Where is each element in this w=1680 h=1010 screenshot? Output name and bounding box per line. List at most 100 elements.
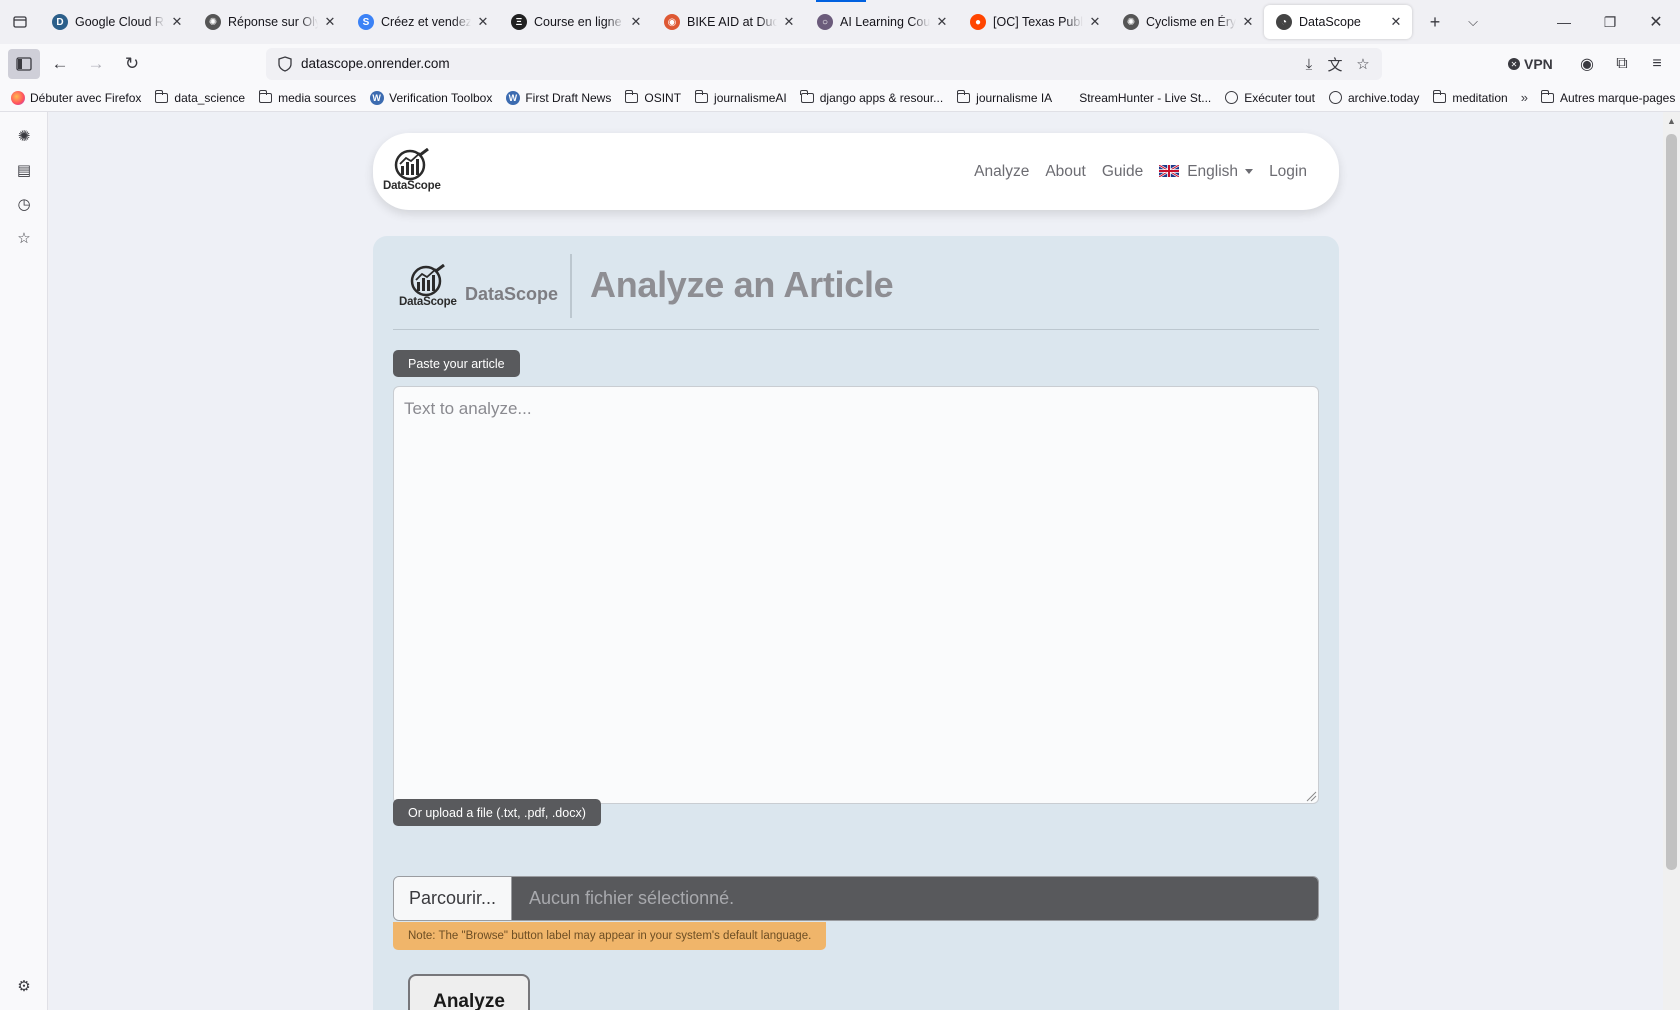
browser-tab[interactable]: D Google Cloud Rap ✕: [40, 5, 193, 39]
bookmark-item[interactable]: django apps & resour...: [800, 89, 944, 105]
save-to-pocket-icon[interactable]: ⤓: [1299, 54, 1319, 74]
tab-favicon-icon: D: [52, 14, 68, 30]
page-title: Analyze an Article: [590, 264, 894, 305]
browser-tab[interactable]: ✺ Réponse sur Olym ✕: [193, 5, 346, 39]
translate-icon[interactable]: 文: [1325, 54, 1345, 74]
new-tab-button[interactable]: +: [1418, 5, 1452, 39]
arrow-left-icon: ←: [51, 54, 69, 73]
browser-tab[interactable]: ✺ Cyclisme en Éryth ✕: [1111, 5, 1264, 39]
tab-progress-indicator: [816, 0, 866, 2]
resize-grip-icon[interactable]: [1305, 790, 1317, 802]
tab-favicon-icon: ●: [970, 14, 986, 30]
nav-analyze-link[interactable]: Analyze: [974, 163, 1029, 181]
article-text-input[interactable]: [393, 386, 1319, 804]
tab-title: Créez et vendez v: [381, 15, 471, 29]
ai-chatbot-icon[interactable]: ✺: [14, 126, 34, 146]
bookmark-item[interactable]: OSINT: [624, 89, 681, 105]
bookmark-label: django apps & resour...: [819, 90, 944, 105]
restore-icon: ❐: [1603, 13, 1617, 30]
url-text[interactable]: datascope.onrender.com: [301, 56, 450, 71]
synced-tabs-icon[interactable]: ▤: [14, 160, 34, 180]
bookmark-item[interactable]: W Verification Toolbox: [369, 90, 493, 105]
bookmark-item[interactable]: Exécuter tout: [1224, 91, 1315, 105]
browser-tab[interactable]: ◉ BIKE AID at DuckD ✕: [652, 5, 805, 39]
analyze-button[interactable]: Analyze: [408, 974, 530, 1010]
browser-tab[interactable]: ○ AI Learning Cours ✕: [805, 5, 958, 39]
bookmark-label: First Draft News: [525, 90, 612, 105]
tab-title: Cyclisme en Éryth: [1146, 15, 1236, 29]
bookmark-item[interactable]: archive.today: [1328, 91, 1419, 105]
extensions-button[interactable]: ⧉: [1607, 49, 1637, 79]
tab-title: AI Learning Cours: [840, 15, 930, 29]
other-bookmarks-folder[interactable]: Autres marque-pages: [1540, 89, 1675, 105]
tab-close-icon[interactable]: ✕: [475, 14, 491, 30]
caret-down-icon: [1245, 168, 1254, 174]
restore-button[interactable]: ❐: [1588, 0, 1632, 44]
tab-close-icon[interactable]: ✕: [322, 14, 338, 30]
tab-close-icon[interactable]: ✕: [628, 14, 644, 30]
more-bookmarks-icon[interactable]: »: [1521, 90, 1528, 105]
list-all-tabs-button[interactable]: ⌵: [1456, 5, 1490, 39]
folder-icon: [624, 89, 639, 105]
forward-button[interactable]: →: [81, 49, 111, 79]
sidebar-settings-icon[interactable]: ⚙: [14, 976, 34, 996]
bookmark-item[interactable]: meditation: [1432, 89, 1508, 105]
browser-tab[interactable]: Ξ Course en ligne H ✕: [499, 5, 652, 39]
nav-login-link[interactable]: Login: [1269, 163, 1307, 181]
folder-icon: [800, 89, 815, 105]
tab-close-icon[interactable]: ✕: [781, 14, 797, 30]
file-upload-input[interactable]: Parcourir... Aucun fichier sélectionné.: [393, 876, 1319, 921]
bookmark-label: Verification Toolbox: [389, 90, 493, 105]
back-button[interactable]: ←: [45, 49, 75, 79]
tab-close-icon[interactable]: ✕: [1388, 14, 1404, 30]
firefox-view-button[interactable]: [0, 0, 40, 44]
bookmark-item[interactable]: Débuter avec Firefox: [10, 90, 141, 105]
bookmark-item[interactable]: journalismeAI: [694, 89, 787, 105]
close-window-button[interactable]: ✕: [1634, 0, 1678, 44]
language-label: English: [1187, 162, 1239, 180]
history-icon[interactable]: ◷: [14, 194, 34, 214]
browse-button[interactable]: Parcourir...: [394, 877, 512, 920]
site-nav-links: Analyze About Guide English Login: [974, 133, 1307, 210]
minimize-button[interactable]: —: [1542, 0, 1586, 44]
bookmark-label: data_science: [174, 90, 246, 105]
tab-close-icon[interactable]: ✕: [934, 14, 950, 30]
bookmarks-star-icon[interactable]: ☆: [14, 228, 34, 248]
site-logo[interactable]: DataScope: [383, 148, 441, 192]
reload-icon: ↻: [124, 54, 140, 73]
browser-sidebar: ✺ ▤ ◷ ☆ ⚙: [0, 112, 48, 1010]
menu-button[interactable]: ≡: [1642, 49, 1672, 79]
bookmark-item[interactable]: media sources: [258, 89, 356, 105]
bookmark-item[interactable]: StreamHunter - Live St...: [1079, 91, 1211, 105]
browser-tab[interactable]: S Créez et vendez v ✕: [346, 5, 499, 39]
tab-favicon-icon: Ξ: [511, 14, 527, 30]
reload-button[interactable]: ↻: [117, 49, 147, 79]
tab-close-icon[interactable]: ✕: [1240, 14, 1256, 30]
vpn-button[interactable]: ✕ VPN: [1508, 49, 1553, 79]
page-viewport: DataScope Analyze About Guide English Lo…: [49, 112, 1663, 1010]
language-dropdown[interactable]: English: [1159, 162, 1254, 181]
browser-tab[interactable]: ● [OC] Texas Public ✕: [958, 5, 1111, 39]
tab-title: Course en ligne H: [534, 15, 624, 29]
bookmark-item[interactable]: W First Draft News: [505, 90, 612, 105]
bookmark-item[interactable]: data_science: [154, 89, 246, 105]
tab-favicon-icon: ✺: [205, 14, 221, 30]
bookmark-star-icon[interactable]: ☆: [1353, 54, 1373, 74]
scroll-up-icon[interactable]: ▲: [1663, 112, 1680, 129]
nav-guide-link[interactable]: Guide: [1102, 163, 1143, 181]
site-navbar: DataScope Analyze About Guide English Lo…: [373, 133, 1339, 210]
scrollbar-thumb[interactable]: [1666, 134, 1677, 870]
shield-icon[interactable]: [276, 55, 294, 73]
bookmark-item[interactable]: journalisme IA: [956, 89, 1052, 105]
tab-close-icon[interactable]: ✕: [169, 14, 185, 30]
page-scrollbar[interactable]: ▲: [1663, 112, 1680, 1010]
tab-title: DataScope: [1299, 15, 1361, 29]
tab-title: Google Cloud Rap: [75, 15, 165, 29]
tab-title: BIKE AID at DuckD: [687, 15, 777, 29]
tab-close-icon[interactable]: ✕: [1087, 14, 1103, 30]
nav-about-link[interactable]: About: [1045, 163, 1086, 181]
sidebar-toggle-button[interactable]: [8, 49, 40, 79]
account-button[interactable]: ◉: [1572, 49, 1602, 79]
browser-tab[interactable]: ◔ DataScope ✕: [1264, 5, 1412, 39]
url-bar[interactable]: datascope.onrender.com ⤓ 文 ☆: [266, 48, 1382, 80]
